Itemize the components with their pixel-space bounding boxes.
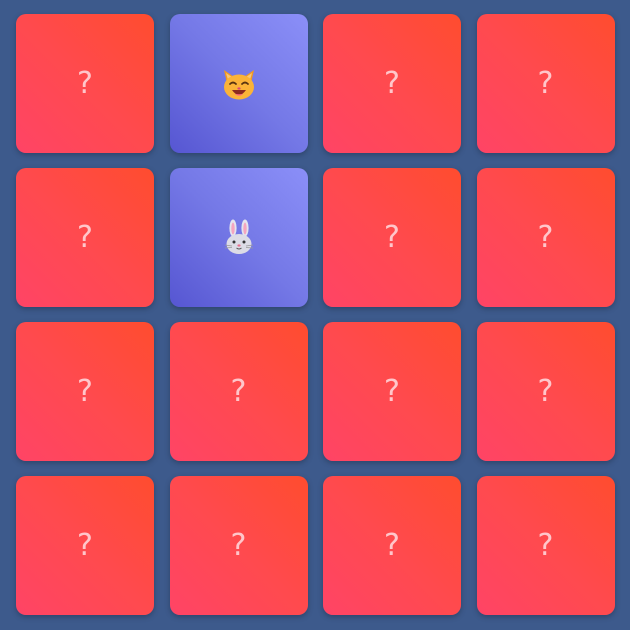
card-mark: ? — [537, 527, 554, 563]
card-12[interactable]: ? — [476, 322, 615, 461]
rabbit-face-icon — [224, 219, 253, 254]
card-mark: ? — [384, 527, 400, 563]
card-mark: ? — [77, 527, 93, 563]
card-2[interactable] — [169, 14, 308, 153]
card-6[interactable] — [169, 168, 308, 307]
card-mark: ? — [537, 373, 554, 409]
card-mark: ? — [230, 373, 247, 409]
card-16[interactable]: ? — [476, 476, 615, 615]
card-mark: ? — [77, 65, 93, 101]
cat-face-icon — [223, 69, 254, 99]
card-1[interactable]: ? — [16, 14, 154, 153]
card-13[interactable]: ? — [16, 476, 154, 615]
card-mark: ? — [77, 219, 93, 255]
card-9[interactable]: ? — [16, 322, 154, 461]
card-10[interactable]: ? — [169, 322, 308, 461]
card-8[interactable]: ? — [476, 168, 615, 307]
card-3[interactable]: ? — [323, 14, 461, 153]
card-mark: ? — [384, 65, 400, 101]
card-mark: ? — [384, 373, 400, 409]
card-15[interactable]: ? — [323, 476, 461, 615]
card-5[interactable]: ? — [16, 168, 154, 307]
card-mark: ? — [384, 219, 400, 255]
card-7[interactable]: ? — [323, 168, 461, 307]
card-14[interactable]: ? — [169, 476, 308, 615]
card-mark: ? — [230, 527, 247, 563]
card-11[interactable]: ? — [323, 322, 461, 461]
card-mark: ? — [537, 219, 554, 255]
card-mark: ? — [537, 65, 554, 101]
card-4[interactable]: ? — [476, 14, 615, 153]
memory-board: ? ? ? ? ? ? ? ? ? ? ? ? ? ? — [0, 0, 630, 630]
card-mark: ? — [77, 373, 93, 409]
